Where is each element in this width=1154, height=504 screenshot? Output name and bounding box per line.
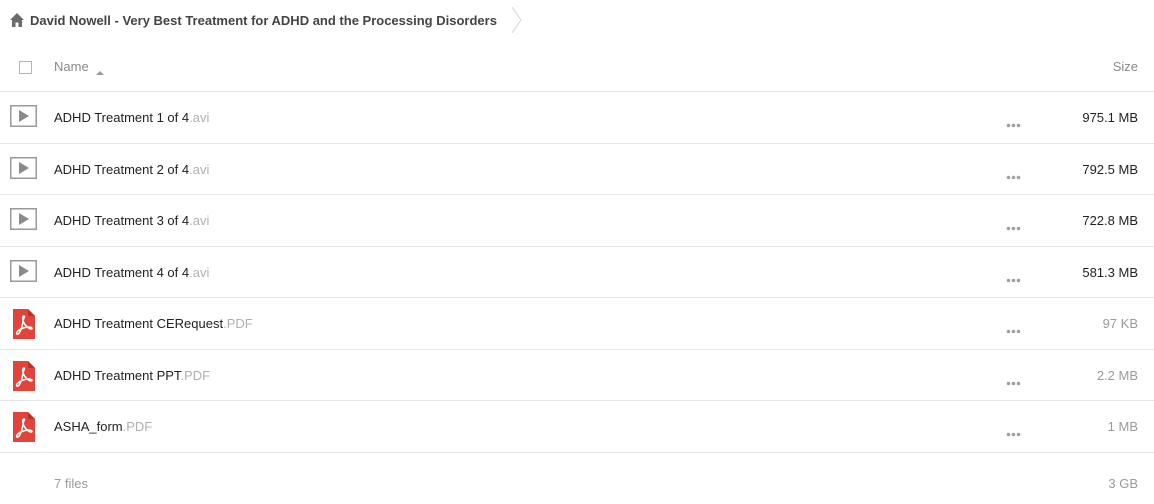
file-extension: .PDF bbox=[223, 316, 253, 331]
pdf-icon bbox=[10, 412, 37, 442]
file-row[interactable]: ADHD Treatment 4 of 4.avi 581.3 MB bbox=[0, 247, 1154, 298]
name-column-label: Name bbox=[54, 59, 89, 74]
breadcrumb: David Nowell - Very Best Treatment for A… bbox=[9, 6, 523, 34]
file-size: 722.8 MB bbox=[1082, 213, 1138, 228]
file-row[interactable]: ADHD Treatment PPT.PDF 2.2 MB bbox=[0, 350, 1154, 401]
file-extension: .avi bbox=[189, 264, 210, 280]
file-list: ADHD Treatment 1 of 4.avi 975.1 MB ADHD Tr… bbox=[0, 92, 1154, 453]
file-row[interactable]: ADHD Treatment 3 of 4.avi 722.8 MB bbox=[0, 195, 1154, 247]
pdf-icon bbox=[10, 360, 37, 391]
video-play-icon bbox=[10, 208, 37, 232]
file-name[interactable]: ADHD Treatment CERequest.PDF bbox=[54, 316, 253, 331]
breadcrumb-folder-title[interactable]: David Nowell - Very Best Treatment for A… bbox=[30, 13, 497, 28]
file-basename: ADHD Treatment PPT bbox=[54, 367, 181, 383]
more-options-icon[interactable] bbox=[1006, 271, 1021, 282]
sort-ascending-icon bbox=[95, 64, 104, 75]
more-options-icon[interactable] bbox=[1006, 374, 1021, 385]
file-size: 97 KB bbox=[1102, 316, 1138, 331]
file-size: 792.5 MB bbox=[1082, 161, 1138, 177]
file-basename: ADHD Treatment 3 of 4 bbox=[54, 213, 190, 228]
file-size: 2.2 MB bbox=[1096, 367, 1138, 383]
file-row[interactable]: ADHD Treatment CERequest.PDF 97 KB bbox=[0, 298, 1154, 350]
video-play-icon bbox=[10, 105, 37, 129]
more-options-icon[interactable] bbox=[1006, 322, 1021, 334]
file-size: 581.3 MB bbox=[1082, 264, 1138, 280]
file-name[interactable]: ADHD Treatment PPT.PDF bbox=[54, 368, 210, 383]
breadcrumb-chevron-icon bbox=[511, 6, 523, 34]
file-size: 975.1 MB bbox=[1082, 110, 1138, 125]
file-name[interactable]: ASHA_form.PDF bbox=[54, 419, 152, 434]
file-name[interactable]: ADHD Treatment 3 of 4.avi bbox=[54, 213, 209, 228]
file-name[interactable]: ADHD Treatment 4 of 4.avi bbox=[54, 265, 209, 280]
file-basename: ADHD Treatment 1 of 4 bbox=[54, 110, 190, 125]
more-options-icon[interactable] bbox=[1006, 219, 1021, 231]
file-extension: .avi bbox=[189, 213, 210, 228]
list-header: Name Size bbox=[0, 44, 1154, 92]
list-footer: 7 files 3 GB bbox=[0, 470, 1154, 496]
file-name[interactable]: ADHD Treatment 2 of 4.avi bbox=[54, 162, 209, 177]
pdf-icon bbox=[10, 309, 37, 339]
file-basename: ASHA_form bbox=[54, 419, 123, 434]
name-column-header[interactable]: Name bbox=[54, 59, 104, 75]
file-basename: ADHD Treatment 2 of 4 bbox=[54, 161, 190, 177]
more-options-icon[interactable] bbox=[1006, 168, 1021, 179]
file-extension: .avi bbox=[189, 161, 210, 177]
file-extension: .PDF bbox=[180, 367, 211, 383]
file-row[interactable]: ADHD Treatment 1 of 4.avi 975.1 MB bbox=[0, 92, 1154, 144]
file-row[interactable]: ASHA_form.PDF 1 MB bbox=[0, 401, 1154, 453]
more-options-icon[interactable] bbox=[1006, 425, 1021, 437]
video-play-icon bbox=[10, 156, 37, 181]
file-count: 7 files bbox=[54, 476, 88, 491]
file-name[interactable]: ADHD Treatment 1 of 4.avi bbox=[54, 110, 209, 125]
more-options-icon[interactable] bbox=[1006, 116, 1021, 128]
file-extension: .avi bbox=[189, 110, 210, 125]
file-size: 1 MB bbox=[1107, 419, 1138, 434]
file-basename: ADHD Treatment CERequest bbox=[54, 316, 224, 331]
select-all-checkbox[interactable] bbox=[19, 61, 32, 74]
file-basename: ADHD Treatment 4 of 4 bbox=[54, 264, 190, 280]
video-play-icon bbox=[10, 259, 37, 284]
size-column-header[interactable]: Size bbox=[1113, 59, 1138, 74]
file-row[interactable]: ADHD Treatment 2 of 4.avi 792.5 MB bbox=[0, 144, 1154, 195]
total-size: 3 GB bbox=[1108, 476, 1138, 491]
home-icon[interactable] bbox=[9, 12, 25, 28]
file-extension: .PDF bbox=[122, 419, 153, 434]
